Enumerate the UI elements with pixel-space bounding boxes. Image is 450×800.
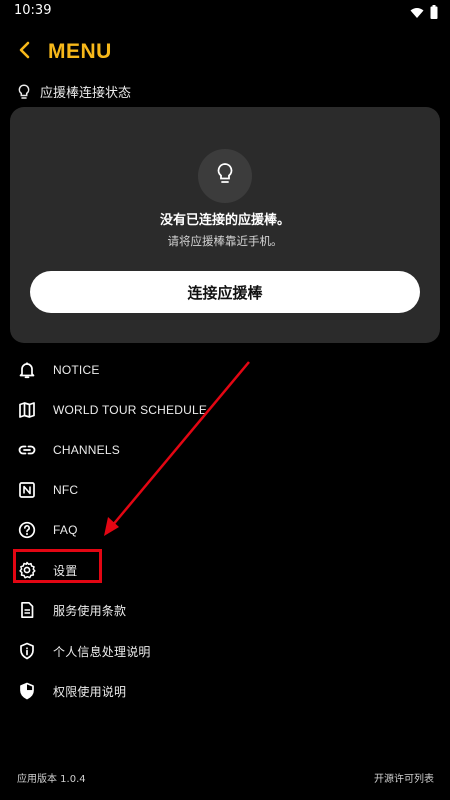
menu-item-label: 个人信息处理说明 [53,644,151,659]
menu-item-label: NOTICE [53,363,100,377]
back-button[interactable] [14,40,34,64]
chevron-left-icon [18,41,30,63]
lightbulb-icon [216,162,234,190]
document-icon [16,599,38,621]
open-source-licenses-link[interactable]: 开源许可列表 [374,770,434,785]
status-bar: 10:39 [0,0,450,22]
menu-item-world-tour[interactable]: WORLD TOUR SCHEDULE [16,395,207,425]
wifi-icon [410,4,424,23]
status-icons [410,4,438,23]
menu-item-label: CHANNELS [53,443,120,457]
battery-icon [430,4,438,23]
menu-item-label: NFC [53,483,79,497]
menu-item-terms[interactable]: 服务使用条款 [16,595,126,625]
menu-item-label: FAQ [53,523,78,537]
no-device-message: 没有已连接的应援棒。 [159,213,290,228]
app-version: 应用版本 1.0.4 [17,774,86,785]
annotation-highlight-box [13,549,102,583]
status-time: 10:39 [14,3,52,18]
bell-icon [16,359,38,381]
link-icon [16,439,38,461]
header: MENU [14,38,112,66]
no-device-hint: 请将应援棒靠近手机。 [167,234,283,248]
menu-item-faq[interactable]: FAQ [16,515,78,545]
section-label-text: 应援棒连接状态 [40,86,132,101]
menu-item-label: WORLD TOUR SCHEDULE [53,403,208,417]
lightbulb-icon [18,83,34,101]
nfc-icon [16,479,38,501]
menu-item-permissions[interactable]: 权限使用说明 [16,676,126,706]
map-icon [16,399,38,421]
menu-item-label: 服务使用条款 [53,603,127,618]
help-circle-icon [16,519,38,541]
menu-item-privacy[interactable]: 个人信息处理说明 [16,636,151,666]
menu-item-label: 权限使用说明 [53,684,127,699]
menu-item-notice[interactable]: NOTICE [16,355,100,385]
connect-lightstick-button[interactable]: 连接应援棒 [30,271,420,313]
menu-item-nfc[interactable]: NFC [16,475,78,505]
shield-half-icon [16,680,38,702]
connection-status-label: 应援棒连接状态 [18,82,131,101]
lightbulb-badge [198,149,252,203]
menu-item-channels[interactable]: CHANNELS [16,435,120,465]
page-title: MENU [48,40,112,63]
shield-info-icon [16,640,38,662]
